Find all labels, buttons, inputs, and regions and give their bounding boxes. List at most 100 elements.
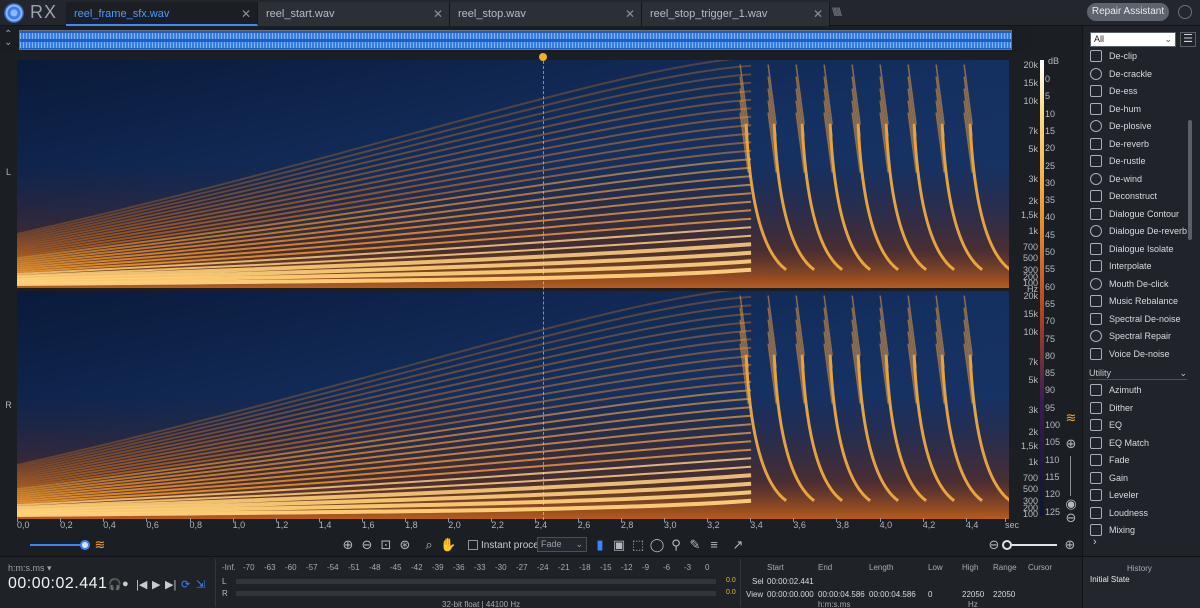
module-list-menu-icon[interactable]: ☰ [1180,32,1196,47]
waveform-toggle-icon[interactable]: ≋ [92,537,108,553]
magic-wand-icon[interactable]: ⚲ [668,537,684,553]
spectrogram-right-channel[interactable] [17,291,1009,519]
horizontal-zoom-slider[interactable] [30,544,86,546]
vertical-zoom-in-icon[interactable]: ⊕ [1062,537,1078,553]
spectral-curve-icon[interactable]: ↗ [730,537,746,553]
collapse-overview-icon[interactable]: ⌃ ⌄ [4,30,12,48]
tab-reel-frame-sfx[interactable]: reel_frame_sfx.wav ✕ [66,2,258,26]
module-icon [1090,137,1102,150]
chevron-right-icon[interactable]: › [1093,536,1097,548]
module-item[interactable]: De-reverb [1083,136,1195,153]
tab-reel-stop-trigger-1[interactable]: reel_stop_trigger_1.wav ✕ [642,2,830,26]
module-item[interactable]: Mouth De-click [1083,276,1195,293]
module-item[interactable]: Dialogue Isolate [1083,241,1195,258]
brush-tool-icon[interactable]: ✎ [687,537,703,553]
skip-back-icon[interactable]: |◀ [136,578,147,591]
meter-left-bar [236,579,716,584]
module-item[interactable]: Voice De-noise [1083,346,1195,363]
instant-process-checkbox[interactable] [468,540,478,550]
time-format-select[interactable]: h:m:s.ms ▾ [8,563,52,574]
record-icon[interactable]: ● [122,578,129,590]
play-icon[interactable]: ▶ [152,578,160,591]
play-selection-icon[interactable]: ▶| [165,578,176,591]
tab-reel-start[interactable]: reel_start.wav ✕ [258,2,450,26]
sidebar-scrollbar[interactable] [1188,120,1192,240]
zoom-in-icon[interactable]: ⊕ [340,537,356,553]
hand-tool-icon[interactable]: ✋ [440,537,456,553]
utility-module-item[interactable]: Mixing [1083,522,1195,539]
lasso-tool-icon[interactable]: ◯ [649,537,665,553]
tab-overflow-grip-icon[interactable]: \\\\\\ [832,5,842,19]
help-icon[interactable] [1178,5,1192,19]
vertical-zoom-knob[interactable] [1002,540,1012,550]
rx-editor-window: RX reel_frame_sfx.wav ✕ reel_start.wav ✕… [0,0,1200,608]
module-item[interactable]: Spectral Repair [1083,328,1195,345]
module-item[interactable]: Dialogue De-reverb [1083,223,1195,240]
utility-section-header[interactable]: Utility ⌄ [1089,367,1187,380]
frequency-selection-icon[interactable]: ▣ [611,537,627,553]
zoom-selection-icon[interactable]: ⊡ [378,537,394,553]
time-frequency-selection-icon[interactable]: ⬚ [630,537,646,553]
harmonic-selection-icon[interactable]: ≡ [706,537,722,553]
time-selection-tool-icon[interactable]: ▮ [592,537,608,553]
utility-module-item[interactable]: EQ [1083,417,1195,434]
tab-reel-stop[interactable]: reel_stop.wav ✕ [450,2,642,26]
view-high-value[interactable]: 22050 [962,590,984,599]
freq-zoom-in-icon[interactable]: ⊕ [1063,436,1079,452]
module-item[interactable]: Deconstruct [1083,188,1195,205]
zoom-fit-icon[interactable]: ⊛ [397,537,413,553]
spectrogram-area[interactable]: L R 20k 15k 10k 7k 5k 3k 2k 1,5k 1k 700 … [0,53,1080,520]
utility-module-item[interactable]: Fade [1083,452,1195,469]
utility-module-item[interactable]: Loudness [1083,505,1195,522]
frequency-tick: 700 [1022,241,1038,252]
module-item[interactable]: De-clip [1083,48,1195,65]
freq-zoom-out-icon[interactable]: ⊖ [1063,510,1079,526]
history-item-initial-state[interactable]: Initial State [1090,575,1130,584]
sel-start-value[interactable]: 00:00:02.441 [767,577,814,586]
module-item[interactable]: De-hum [1083,101,1195,118]
repair-assistant-button[interactable]: Repair Assistant [1087,3,1169,21]
close-icon[interactable]: ✕ [241,2,251,26]
utility-module-item[interactable]: EQ Match [1083,435,1195,452]
utility-module-item[interactable]: Azimuth [1083,382,1195,399]
module-filter-select[interactable]: All ⌄ [1090,32,1176,47]
view-start-value[interactable]: 00:00:00.000 [767,590,814,599]
view-range-value[interactable]: 22050 [993,590,1015,599]
spectrogram-settings-icon[interactable]: ≋ [1063,410,1079,426]
waveform-overview[interactable]: ⌃ ⌄ [0,27,1030,53]
module-item[interactable]: De-ess [1083,83,1195,100]
module-item[interactable]: Dialogue Contour [1083,206,1195,223]
utility-module-item[interactable]: Gain [1083,470,1195,487]
module-item[interactable]: Spectral De-noise [1083,311,1195,328]
close-icon[interactable]: ✕ [625,2,635,26]
utility-module-item[interactable]: Dither [1083,400,1195,417]
zoom-tool-icon[interactable]: ⌕ [421,537,437,553]
freq-zoom-slider[interactable] [1070,456,1071,496]
zoom-out-icon[interactable]: ⊖ [359,537,375,553]
module-item[interactable]: Music Rebalance [1083,293,1195,310]
view-low-value[interactable]: 0 [928,590,932,599]
playhead-cursor[interactable] [543,56,545,520]
vertical-zoom-out-icon[interactable]: ⊖ [986,537,1002,553]
module-icon [1090,260,1102,272]
module-item[interactable]: De-plosive [1083,118,1195,135]
view-length-value[interactable]: 00:00:04.586 [869,590,916,599]
horizontal-zoom-knob[interactable] [80,540,90,550]
follow-playhead-icon[interactable]: ⇲ [196,578,205,591]
close-icon[interactable]: ✕ [813,2,823,26]
overview-waveform-strip[interactable] [19,30,1012,50]
module-item[interactable]: Interpolate [1083,258,1195,275]
module-item[interactable]: De-wind [1083,171,1195,188]
audio-format-info: 32-bit float | 44100 Hz [442,600,521,608]
meter-scale-tick: -27 [516,563,528,572]
view-end-value[interactable]: 00:00:04.586 [818,590,865,599]
spectrogram-left-channel[interactable] [17,60,1009,288]
vertical-zoom-slider[interactable] [1005,544,1057,546]
headphones-icon[interactable]: 🎧 [108,578,122,591]
close-icon[interactable]: ✕ [433,2,443,26]
module-item[interactable]: De-rustle [1083,153,1195,170]
module-item[interactable]: De-crackle [1083,66,1195,83]
utility-module-item[interactable]: Leveler [1083,487,1195,504]
fade-mode-select[interactable]: Fade ⌄ [537,537,587,552]
loop-icon[interactable]: ⟳ [181,578,190,591]
